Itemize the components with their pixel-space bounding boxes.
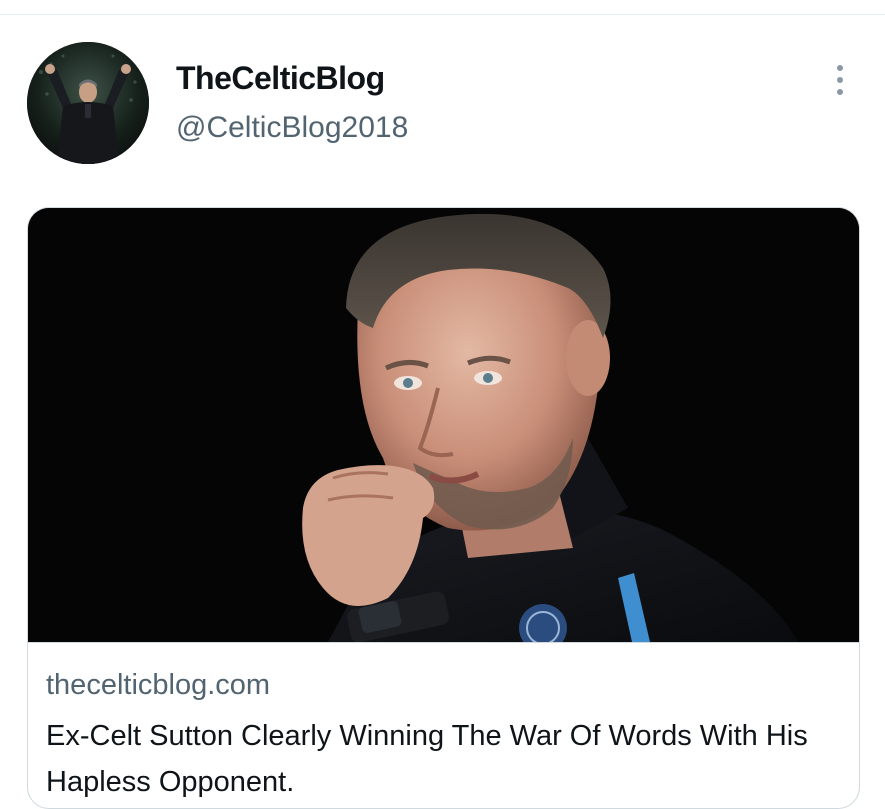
article-photo[interactable]	[28, 208, 859, 642]
tweet-header: TheCelticBlog @CelticBlog2018	[0, 0, 885, 200]
article-photo-illustration	[28, 208, 859, 642]
more-options-button[interactable]	[822, 58, 858, 102]
more-dot	[837, 89, 843, 95]
link-title[interactable]: Ex-Celt Sutton Clearly Winning The War O…	[46, 713, 836, 805]
link-domain: thecelticblog.com	[46, 669, 271, 701]
link-card-meta: thecelticblog.com Ex-Celt Sutton Clearly…	[28, 642, 859, 805]
link-preview-card[interactable]: thecelticblog.com Ex-Celt Sutton Clearly…	[27, 207, 860, 809]
avatar-photo	[27, 42, 149, 164]
author-handle[interactable]: @CelticBlog2018	[176, 111, 408, 145]
more-dot	[837, 77, 843, 83]
more-vertical-icon	[837, 65, 843, 71]
author-display-name[interactable]: TheCelticBlog	[176, 60, 385, 97]
author-avatar[interactable]	[27, 42, 149, 164]
